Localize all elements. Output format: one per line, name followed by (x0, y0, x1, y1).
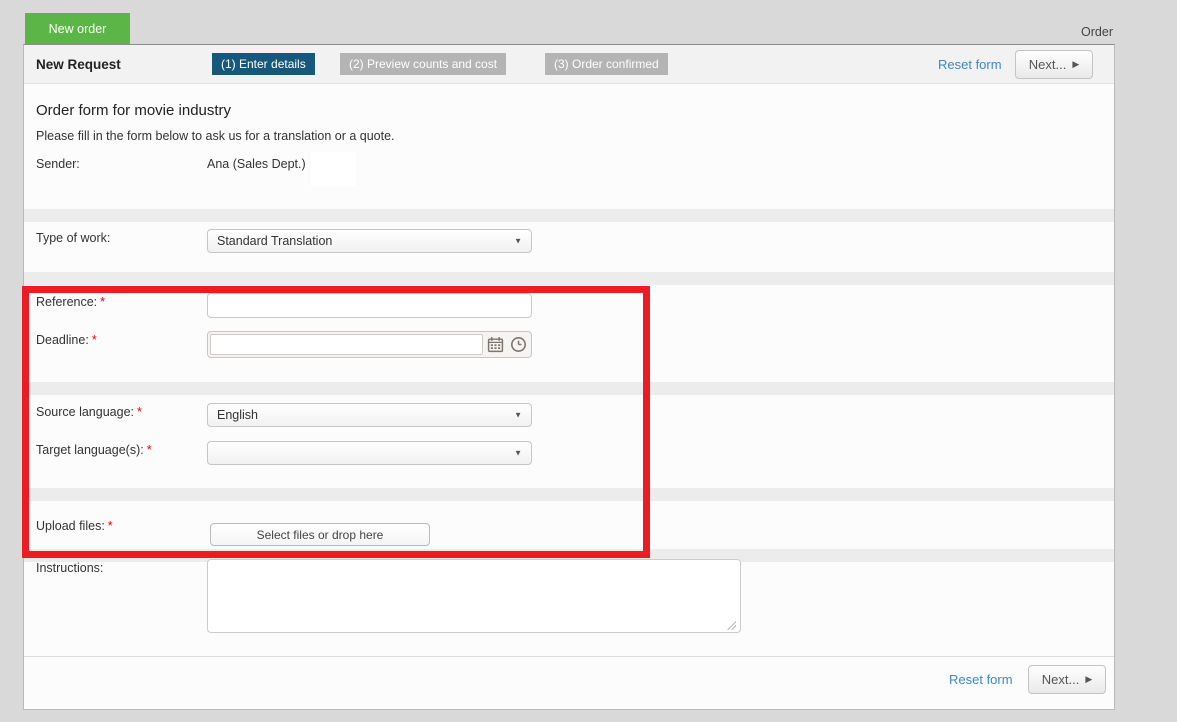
section-divider-band (24, 272, 1114, 285)
wizard-header: New Request (1) Enter details (2) Previe… (24, 45, 1114, 84)
step-1-enter-details: (1) Enter details (212, 53, 315, 75)
textarea-resize-grip[interactable] (727, 621, 736, 630)
chevron-down-icon: ▼ (514, 449, 522, 458)
target-languages-label: Target language(s):* (36, 443, 152, 457)
sender-value: Ana (Sales Dept.) (207, 157, 306, 171)
required-marker: * (100, 295, 105, 309)
required-marker: * (147, 443, 152, 457)
deadline-input[interactable] (210, 334, 483, 355)
instructions-label: Instructions: (36, 561, 103, 575)
chevron-down-icon: ▼ (514, 237, 522, 246)
step-2-preview-counts-and-cost: (2) Preview counts and cost (340, 53, 506, 75)
footer-divider (24, 656, 1114, 657)
reset-form-link-top[interactable]: Reset form (938, 45, 1002, 84)
upload-files-label: Upload files:* (36, 519, 113, 533)
reset-form-link-bottom[interactable]: Reset form (949, 665, 1013, 695)
next-button-bottom[interactable]: Next... ▶ (1028, 665, 1106, 694)
type-of-work-selected-value: Standard Translation (217, 234, 332, 248)
next-button-top[interactable]: Next... ▶ (1015, 50, 1093, 79)
clock-icon (510, 336, 527, 353)
tab-new-order[interactable]: New order (25, 13, 130, 44)
section-divider-band (24, 382, 1114, 395)
type-of-work-select[interactable]: Standard Translation ▼ (207, 229, 532, 253)
time-picker-button[interactable] (508, 334, 529, 355)
next-button-bottom-label: Next... (1042, 672, 1080, 687)
required-marker: * (137, 405, 142, 419)
next-button-top-label: Next... (1029, 57, 1067, 72)
panel-title: New Request (36, 45, 121, 84)
source-language-label: Source language:* (36, 405, 142, 419)
page-background: New order Order New Request (1) Enter de… (0, 0, 1177, 722)
section-divider-band (24, 209, 1114, 222)
order-corner-label: Order (1081, 25, 1113, 39)
step-3-order-confirmed: (3) Order confirmed (545, 53, 668, 75)
instructions-textarea[interactable] (207, 559, 741, 633)
calendar-icon (487, 336, 504, 353)
tab-new-order-label: New order (49, 22, 107, 36)
section-divider-band (24, 488, 1114, 501)
next-arrow-icon: ▶ (1072, 60, 1079, 69)
source-language-selected-value: English (217, 408, 258, 422)
calendar-picker-button[interactable] (485, 334, 506, 355)
select-files-button[interactable]: Select files or drop here (210, 523, 430, 546)
form-title: Order form for movie industry (36, 102, 231, 119)
new-request-panel: New Request (1) Enter details (2) Previe… (23, 44, 1115, 710)
reference-input[interactable] (207, 293, 532, 318)
deadline-field-group (207, 331, 532, 358)
type-of-work-label: Type of work: (36, 231, 110, 245)
reference-label: Reference:* (36, 295, 105, 309)
highlight-patch (311, 152, 356, 186)
target-languages-select[interactable]: ▼ (207, 441, 532, 465)
required-marker: * (108, 519, 113, 533)
source-language-select[interactable]: English ▼ (207, 403, 532, 427)
form-subtitle: Please fill in the form below to ask us … (36, 129, 395, 143)
deadline-label: Deadline:* (36, 333, 97, 347)
chevron-down-icon: ▼ (514, 411, 522, 420)
next-arrow-icon: ▶ (1085, 675, 1092, 684)
sender-label: Sender: (36, 157, 80, 171)
required-marker: * (92, 333, 97, 347)
